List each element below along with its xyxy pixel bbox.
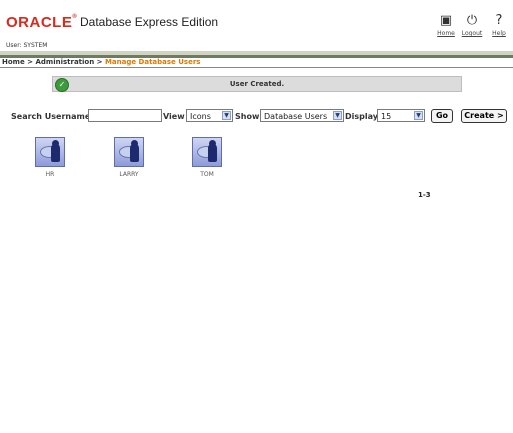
search-username-label: Search Username [11, 112, 91, 121]
logout-label: Logout [461, 30, 483, 37]
success-message-box: ✓ User Created. [52, 76, 462, 92]
view-select-value: Icons [190, 112, 211, 121]
create-button[interactable]: Create > [461, 109, 507, 123]
help-label: Help [492, 30, 506, 37]
product-title: Database Express Edition [80, 15, 219, 29]
breadcrumb-current: Manage Database Users [104, 58, 201, 66]
logout-link[interactable]: ⏻ Logout [459, 13, 485, 38]
go-button[interactable]: Go [431, 109, 453, 123]
app-header: ORACLE® Database Express Edition User: S… [0, 0, 513, 50]
search-username-input[interactable] [88, 109, 162, 122]
oracle-logo: ORACLE® [6, 14, 78, 31]
database-user-icon [114, 137, 144, 167]
display-select[interactable]: 15 ▼ [377, 109, 425, 122]
home-icon: ▣ [439, 13, 453, 28]
view-select[interactable]: Icons ▼ [186, 109, 233, 122]
user-item-tom[interactable]: TOM [185, 137, 229, 178]
display-label: Display [345, 112, 378, 121]
help-link[interactable]: ? Help [486, 13, 512, 38]
success-message-text: User Created. [229, 80, 285, 88]
search-toolbar: Search Username View Icons ▼ Show Databa… [0, 109, 513, 123]
chevron-down-icon: ▼ [333, 111, 342, 120]
breadcrumb-separator: > [94, 58, 105, 66]
breadcrumb-administration[interactable]: Administration [35, 58, 94, 66]
show-label: Show [235, 112, 260, 121]
pagination-range: 1-3 [418, 191, 431, 199]
breadcrumb: Home > Administration > Manage Database … [0, 58, 513, 68]
user-name: LARRY [119, 171, 139, 178]
logout-icon: ⏻ [466, 13, 478, 28]
view-label: View [163, 112, 185, 121]
user-item-larry[interactable]: LARRY [107, 137, 151, 178]
breadcrumb-home[interactable]: Home [2, 58, 25, 66]
show-select-value: Database Users [264, 112, 328, 121]
home-link[interactable]: ▣ Home [433, 13, 459, 38]
user-item-hr[interactable]: HR [28, 137, 72, 178]
breadcrumb-separator: > [24, 58, 36, 66]
show-select[interactable]: Database Users ▼ [260, 109, 344, 122]
chevron-down-icon: ▼ [414, 111, 423, 120]
current-user-label: User: SYSTEM [6, 42, 48, 49]
user-name: TOM [200, 171, 214, 178]
database-user-icon [35, 137, 65, 167]
display-select-value: 15 [381, 112, 392, 121]
chevron-down-icon: ▼ [222, 111, 231, 120]
user-icon-list: HR LARRY TOM [0, 137, 513, 187]
help-icon: ? [495, 13, 503, 28]
database-user-icon [192, 137, 222, 167]
home-label: Home [437, 30, 455, 37]
user-name: HR [45, 171, 55, 178]
